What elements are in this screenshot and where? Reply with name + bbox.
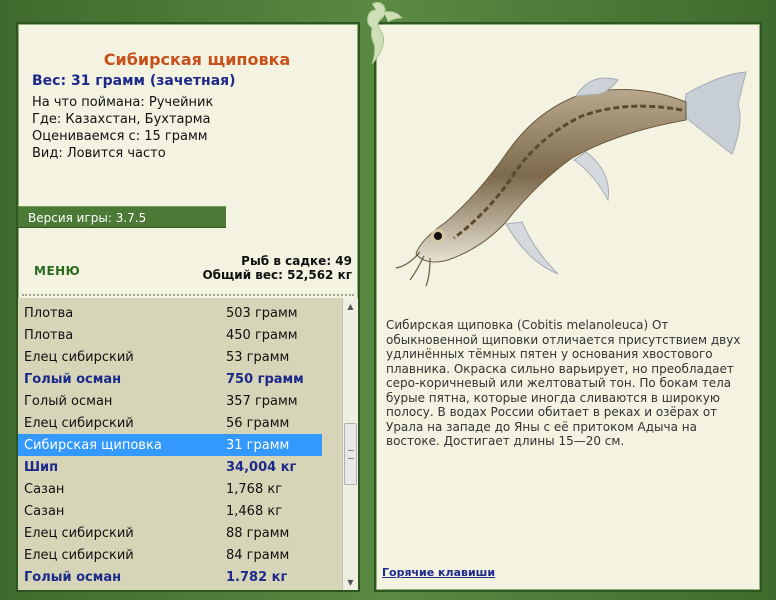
menu-button[interactable]: МЕНЮ — [34, 264, 80, 278]
catch-list-items: Плотва 503 грамм Плотва 450 грамм Елец сибир… — [18, 302, 340, 588]
fish-count: Рыб в садке: 49 — [241, 254, 352, 268]
catch-fish-weight: 34,004 кг — [226, 459, 297, 475]
keepnet-stats: Рыб в садке: 49 Общий вес: 52,562 кг — [202, 254, 352, 282]
catch-fish-weight: 1.782 кг — [226, 569, 288, 585]
catch-fish-name: Елец сибирский — [24, 349, 134, 365]
catch-fish-weight: 84 грамм — [226, 547, 290, 563]
catch-fish-name: Шип — [24, 459, 59, 475]
catch-fish-weight: 1,468 кг — [226, 503, 283, 519]
catch-fish-weight: 750 грамм — [226, 371, 304, 387]
catch-fish-weight: 88 грамм — [226, 525, 290, 541]
catch-list-row[interactable]: Шип 34,004 кг — [18, 456, 322, 478]
rated-from: Оцениваемся с: 15 грамм — [32, 129, 208, 144]
fish-title: Сибирская щиповка — [103, 50, 291, 69]
catch-fish-name: Голый осман — [24, 393, 113, 409]
view-frequency: Вид: Ловится часто — [32, 146, 166, 161]
catch-list-row[interactable]: Плотва 503 грамм — [18, 302, 322, 324]
scrollbar[interactable]: ▲ ▼ — [342, 298, 358, 590]
total-weight: Общий вес: 52,562 кг — [202, 268, 352, 282]
catch-fish-weight: 1,768 кг — [226, 481, 283, 497]
catch-list-row[interactable]: Голый осман 750 грамм — [18, 368, 322, 390]
fish-description: Сибирская щиповка (Cobitis melanoleuca) … — [386, 318, 741, 448]
catch-fish-weight: 503 грамм — [226, 305, 298, 321]
catch-fish-name: Сазан — [24, 481, 65, 497]
caught-on: На что поймана: Ручейник — [32, 95, 214, 110]
catch-list-row[interactable]: Елец сибирский 84 грамм — [18, 544, 322, 566]
divider — [22, 294, 354, 296]
catch-list-row[interactable]: Елец сибирский 53 грамм — [18, 346, 322, 368]
catch-fish-weight: 56 грамм — [226, 415, 290, 431]
catch-fish-name: Голый осман — [24, 371, 122, 387]
fish-illustration — [395, 71, 747, 287]
info-panel: Сибирская щиповка Вес: 31 грамм (зачетна… — [16, 22, 360, 592]
catch-fish-name: Сибирская щиповка — [24, 437, 162, 453]
version-bar: Версия игры: 3.7.5 — [18, 206, 226, 228]
catch-list-row[interactable]: Сазан 1,468 кг — [18, 500, 322, 522]
catch-fish-weight: 53 грамм — [226, 349, 290, 365]
hotkeys-link[interactable]: Горячие клавиши — [382, 566, 495, 579]
catch-list[interactable]: Плотва 503 грамм Плотва 450 грамм Елец сибир… — [18, 298, 358, 590]
catch-fish-name: Плотва — [24, 305, 74, 321]
catch-list-row[interactable]: Сибирская щиповка 31 грамм — [18, 434, 322, 456]
fish-weight: Вес: 31 грамм (зачетная) — [32, 73, 236, 89]
catch-fish-weight: 357 грамм — [226, 393, 298, 409]
catch-list-row[interactable]: Голый осман 357 грамм — [18, 390, 322, 412]
catch-list-row[interactable]: Елец сибирский 56 грамм — [18, 412, 322, 434]
catch-list-row[interactable]: Елец сибирский 88 грамм — [18, 522, 322, 544]
description-panel: Сибирская щиповка (Cobitis melanoleuca) … — [374, 22, 762, 592]
catch-list-row[interactable]: Плотва 450 грамм — [18, 324, 322, 346]
catch-fish-name: Елец сибирский — [24, 525, 134, 541]
catch-fish-weight: 31 грамм — [226, 437, 290, 453]
catch-fish-weight: 450 грамм — [226, 327, 298, 343]
catch-fish-name: Елец сибирский — [24, 547, 134, 563]
scroll-down-arrow-icon[interactable]: ▼ — [343, 574, 358, 590]
scroll-up-arrow-icon[interactable]: ▲ — [343, 298, 358, 314]
catch-fish-name: Голый осман — [24, 569, 122, 585]
catch-fish-name: Плотва — [24, 327, 74, 343]
catch-fish-name: Сазан — [24, 503, 65, 519]
location: Где: Казахстан, Бухтарма — [32, 112, 211, 127]
catch-fish-name: Елец сибирский — [24, 415, 134, 431]
catch-list-row[interactable]: Сазан 1,768 кг — [18, 478, 322, 500]
scrollbar-thumb[interactable] — [344, 422, 357, 485]
catch-list-row[interactable]: Голый осман 1.782 кг — [18, 566, 322, 588]
fish-info: Сибирская щиповка Вес: 31 грамм (зачетна… — [32, 50, 352, 161]
